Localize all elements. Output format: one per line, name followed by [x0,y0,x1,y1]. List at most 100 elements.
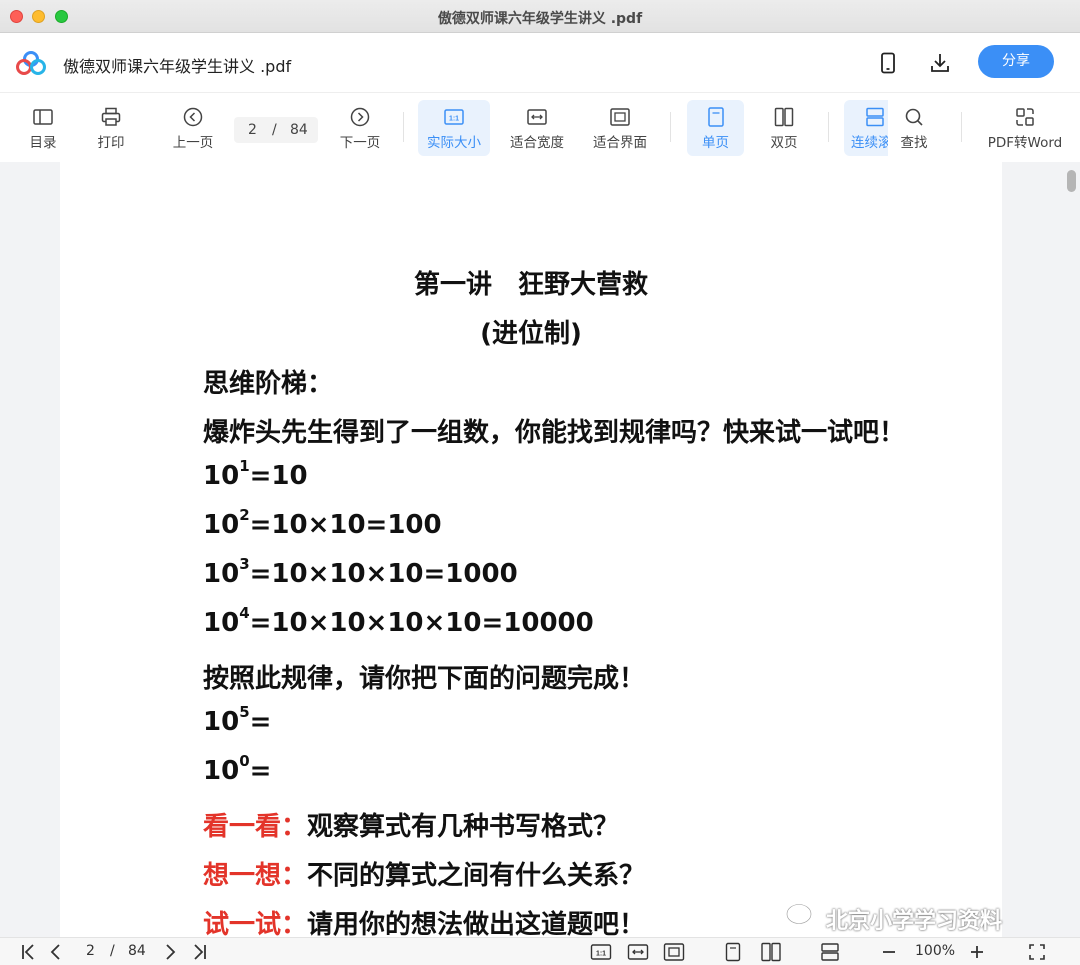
actual-size-small-icon: 1:1 [590,944,612,960]
print-label: 打印 [97,135,125,151]
prev-page-label: 上一页 [172,135,214,151]
single-page-button[interactable]: 单页 [687,100,744,156]
minus-icon [883,951,895,953]
prev-page-small-button[interactable] [48,942,64,962]
wechat-watermark-icon [785,903,820,930]
toolbar-divider [403,112,404,142]
chevron-left-icon [50,944,60,960]
bottom-bar: 2 / 84 1:1 100% [0,937,1080,965]
toolbar-divider [961,112,962,142]
lesson-title: 第一讲 狂野大营救 [413,270,648,300]
total-pages: 84 [290,122,308,138]
bottom-page-separator: / [110,943,115,959]
find-label: 查找 [900,135,928,151]
double-page-label: 双页 [770,135,798,151]
phone-icon[interactable] [876,51,900,75]
instruction-text: 按照此规律，请你把下面的问题完成！ [203,664,646,694]
toc-button[interactable]: 目录 [18,100,68,156]
zoom-in-button[interactable] [968,942,986,962]
first-page-button[interactable] [20,942,38,962]
think-line: 想一想：不同的算式之间有什么关系？ [203,861,646,891]
next-page-small-button[interactable] [162,942,178,962]
continuous-small-button[interactable] [820,942,840,962]
chevron-right-circle-icon [350,107,370,127]
document-viewer[interactable]: 第一讲 狂野大营救 (进位制) 思维阶梯： 爆炸头先生得到了一组数，你能找到规律… [0,162,1080,937]
pdf-to-word-label: PDF转Word [987,135,1063,151]
pdf-to-word-button[interactable]: PDF转Word [982,100,1068,156]
bottom-current-page[interactable]: 2 [86,943,95,959]
fullscreen-icon [1029,944,1045,960]
search-icon [905,108,923,126]
page-number-input[interactable]: 2 / 84 [234,117,318,143]
toolbar: 目录 打印 上一页 2 / 84 下一页 1:1 实际大小 适合宽度 适合界面 … [0,94,1080,162]
fit-page-small-button[interactable] [663,942,685,962]
single-page-label: 单页 [702,135,729,151]
last-page-button[interactable] [190,942,208,962]
svg-text:1:1: 1:1 [449,116,459,123]
continuous-scroll-button[interactable]: 连续滚 [844,100,888,156]
baidu-netdisk-logo-icon [16,51,46,75]
plus-icon [971,946,983,958]
first-page-icon [22,944,34,960]
print-button[interactable]: 打印 [86,100,136,156]
fit-page-label: 适合界面 [593,135,647,151]
think-label: 想一想： [203,861,308,891]
equation-1: 101=10 [203,457,308,491]
share-button[interactable]: 分享 [978,45,1054,78]
toc-label: 目录 [29,135,57,151]
fullscreen-button[interactable] [1027,942,1047,962]
next-page-label: 下一页 [339,135,381,151]
single-page-small-button[interactable] [724,942,742,962]
window-title: 傲德双师课六年级学生讲义 .pdf [437,11,643,27]
pdf-page: 第一讲 狂野大营救 (进位制) 思维阶梯： 爆炸头先生得到了一组数，你能找到规律… [60,162,1002,937]
actual-size-small-button[interactable]: 1:1 [590,942,612,962]
fit-page-icon [610,108,630,126]
toolbar-divider [828,112,829,142]
next-page-button[interactable]: 下一页 [333,100,387,156]
document-title: 傲德双师课六年级学生讲义 .pdf [63,57,292,76]
lesson-subtitle: (进位制) [480,319,582,349]
equation-2: 102=10×10=100 [203,506,442,540]
svg-text:1:1: 1:1 [596,951,606,958]
current-page: 2 [248,122,257,138]
prev-page-button[interactable]: 上一页 [166,100,220,156]
double-page-button[interactable]: 双页 [757,100,811,156]
scrollbar-thumb[interactable] [1067,170,1076,192]
bottom-total-pages: 84 [128,943,146,959]
try-line: 试一试：请用你的想法做出这道题吧！ [203,904,645,937]
try-label: 试一试： [203,910,308,937]
look-line: 看一看：观察算式有几种书写格式？ [203,812,620,842]
fit-width-small-icon [627,944,649,960]
zoom-level: 100% [915,943,956,959]
question-1: 105= [203,703,272,737]
chevron-right-icon [166,944,176,960]
fit-width-small-button[interactable] [627,942,649,962]
find-button[interactable]: 查找 [890,100,938,156]
page-separator: / [272,122,277,138]
continuous-scroll-label: 连续滚 [851,135,888,151]
look-label: 看一看： [203,812,308,842]
actual-size-icon: 1:1 [444,109,464,125]
zoom-out-button[interactable] [880,942,898,962]
last-page-icon [194,944,206,960]
vertical-scrollbar[interactable] [1063,162,1080,937]
watermark-text: 北京小学学习资料 [826,909,1003,934]
single-page-small-icon [725,942,741,962]
window-titlebar: 傲德双师课六年级学生讲义 .pdf [0,0,1080,33]
continuous-scroll-icon [866,107,884,127]
fit-width-button[interactable]: 适合宽度 [504,100,570,156]
double-page-icon [774,107,794,127]
single-page-icon [707,107,724,127]
equation-3: 103=10×10×10=1000 [203,555,518,589]
double-page-small-button[interactable] [760,942,782,962]
printer-icon [101,107,121,126]
question-2: 100= [203,752,272,786]
chevron-left-circle-icon [183,107,203,127]
download-icon[interactable] [928,51,952,75]
toolbar-divider [670,112,671,142]
actual-size-button[interactable]: 1:1 实际大小 [418,100,490,156]
fit-width-icon [527,109,547,125]
intro-text: 爆炸头先生得到了一组数，你能找到规律吗？快来试一试吧！ [203,418,906,448]
fit-page-button[interactable]: 适合界面 [587,100,653,156]
fit-page-small-icon [663,943,685,961]
